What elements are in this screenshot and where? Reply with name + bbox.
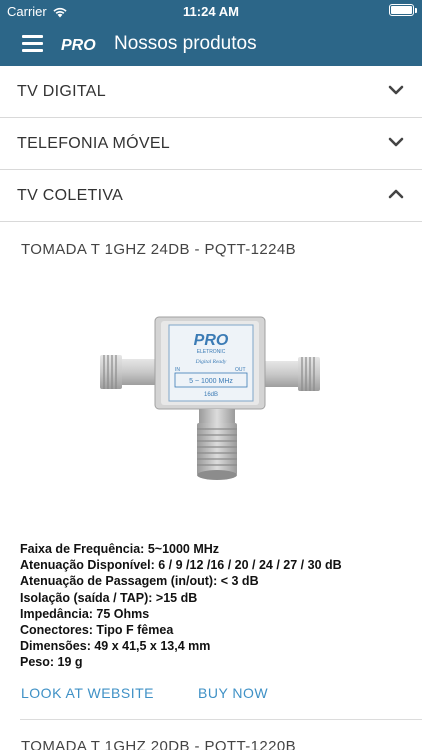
status-bar: Carrier 11:24 AM xyxy=(0,0,422,22)
look-at-website-button[interactable]: LOOK AT WEBSITE xyxy=(21,685,154,701)
spec-line: Faixa de Frequência: 5~1000 MHz xyxy=(20,542,220,556)
chevron-down-icon xyxy=(388,85,404,95)
buy-now-button[interactable]: BUY NOW xyxy=(198,685,268,701)
product-image-digital: Digital Ready xyxy=(195,359,227,365)
product-image: PRO ELETRONIC Digital Ready IN OUT 5 ~ 1… xyxy=(100,316,320,480)
spec-line: Isolação (saída / TAP): >15 dB xyxy=(20,590,198,605)
spec-line: Conectores: Tipo F fêmea xyxy=(20,623,174,638)
section-label: TELEFONIA MÓVEL xyxy=(17,135,170,152)
product-title: TOMADA T 1GHZ 24DB - PQTT-1224B xyxy=(21,241,296,258)
product-image-brand: PRO xyxy=(194,332,229,349)
product-image-in: IN xyxy=(175,367,180,373)
spec-line: Atenuação de Passagem (in/out): < 3 dB xyxy=(20,574,259,589)
next-product-title: TOMADA T 1GHZ 20DB - PQTT-1220B xyxy=(21,738,296,750)
product-image-db: 16dB xyxy=(204,392,218,398)
section-tv-digital[interactable]: TV DIGITAL xyxy=(0,66,422,118)
product-divider xyxy=(20,719,422,720)
chevron-down-icon xyxy=(388,137,404,147)
pro-logo-text: PRO xyxy=(61,37,96,53)
spec-line: Peso: 19 g xyxy=(20,655,83,670)
spec-line: Dimensões: 49 x 41,5 x 13,4 mm xyxy=(20,639,211,654)
spec-line: Impedância: 75 Ohms xyxy=(20,606,150,621)
section-label: TV DIGITAL xyxy=(17,83,106,100)
navigation-bar: PRO Nossos produtos xyxy=(0,22,422,66)
pro-logo: PRO xyxy=(61,37,96,53)
product-image-range: 5 ~ 1000 MHz xyxy=(189,378,233,385)
product-image-sub: ELETRONIC xyxy=(197,349,226,355)
chevron-up-icon xyxy=(388,189,404,199)
product-image-out: OUT xyxy=(235,367,246,373)
page-title: Nossos produtos xyxy=(114,33,257,54)
section-telefonia-movel[interactable]: TELEFONIA MÓVEL xyxy=(0,118,422,170)
section-label: TV COLETIVA xyxy=(17,187,124,204)
product-specs: Faixa de Frequência: 5~1000 MHz Atenuaçã… xyxy=(20,541,410,671)
status-time: 11:24 AM xyxy=(183,4,239,19)
section-tv-coletiva[interactable]: TV COLETIVA xyxy=(0,170,422,222)
spec-line: Atenuação Disponível: 6 / 9 /12 /16 / 20… xyxy=(20,558,342,573)
hamburger-menu-icon[interactable] xyxy=(22,35,43,53)
battery-icon xyxy=(389,4,417,16)
